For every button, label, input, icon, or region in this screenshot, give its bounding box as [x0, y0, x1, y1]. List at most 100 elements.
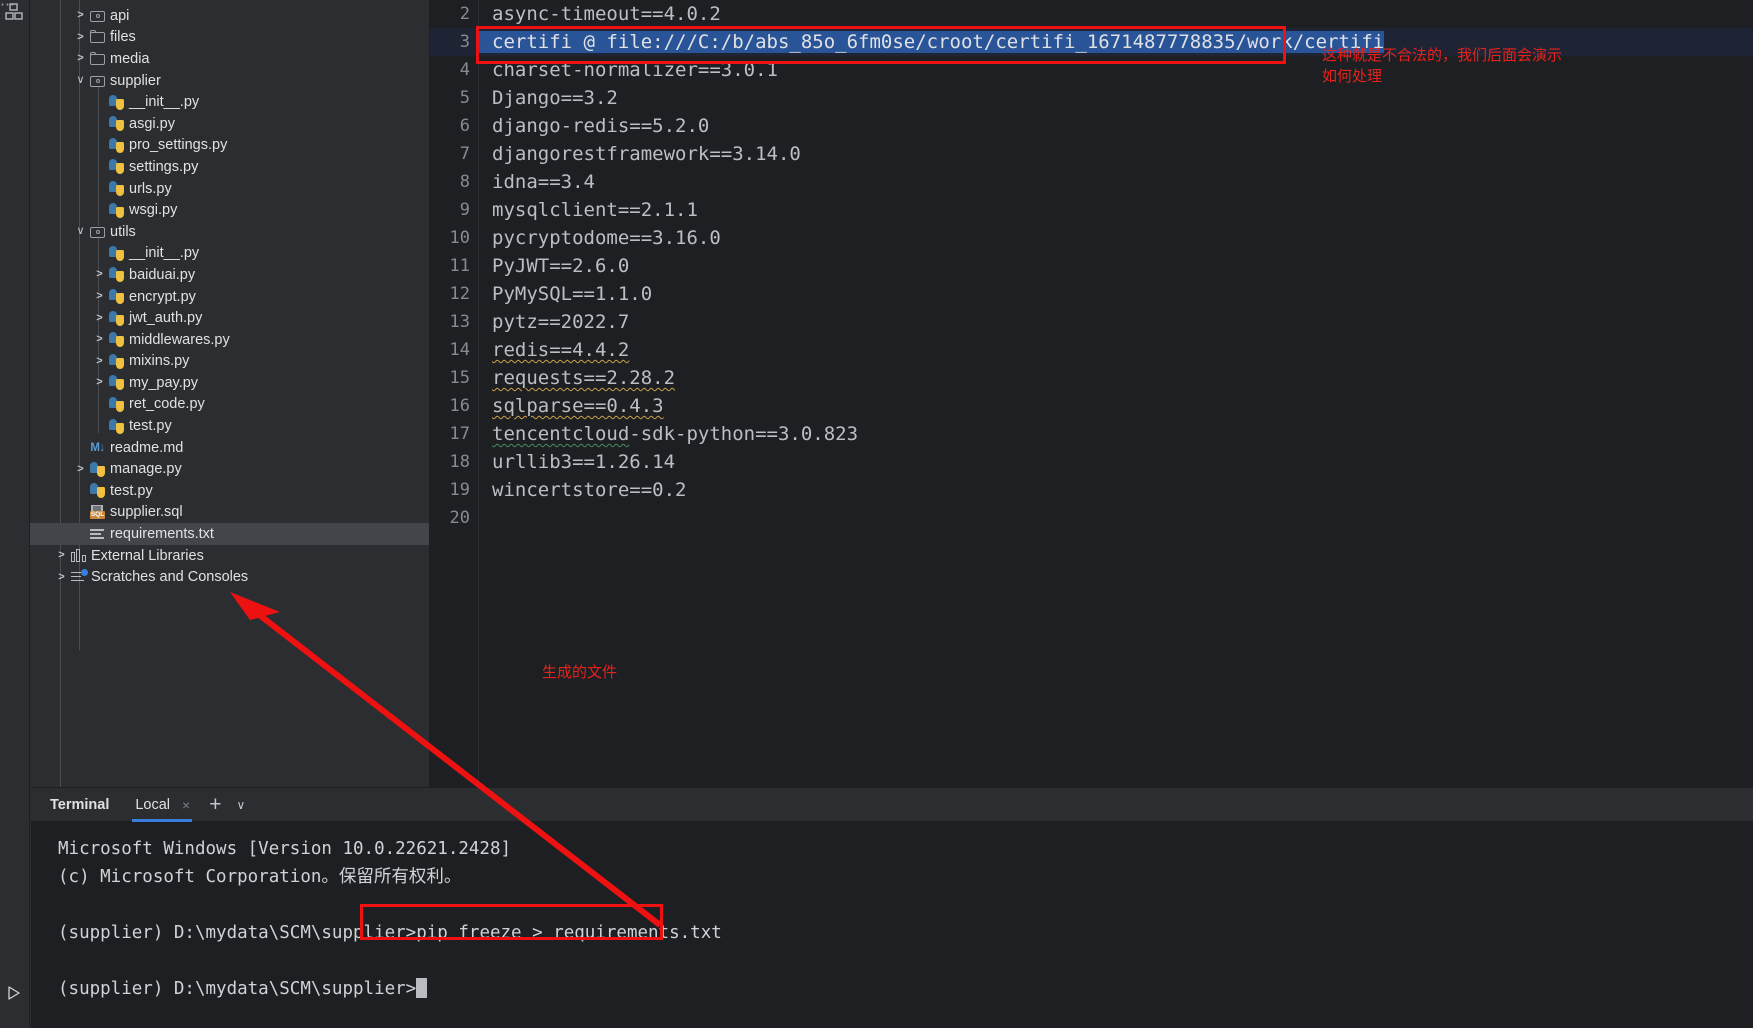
project-tree-panel[interactable]: api files media supplier __init__.py asgi.py p…: [30, 0, 430, 787]
add-terminal-icon[interactable]: +: [200, 794, 230, 815]
code-line-text: pytz==2022.7: [492, 311, 630, 333]
tree-item-pro-settings-py[interactable]: pro_settings.py: [30, 135, 429, 157]
tree-item-encrypt-py[interactable]: encrypt.py: [30, 286, 429, 308]
tree-item-api[interactable]: api: [30, 5, 429, 27]
tree-item-label: __init__.py: [129, 245, 200, 262]
code-line-text: charset-normalizer==3.0.1: [492, 59, 778, 81]
chevron-right-icon[interactable]: [92, 334, 107, 345]
tree-item-supplier[interactable]: supplier: [30, 70, 429, 92]
tree-item-files[interactable]: files: [30, 27, 429, 49]
tree-item-utils[interactable]: utils: [30, 221, 429, 243]
chevron-right-icon[interactable]: [73, 53, 88, 64]
code-editor[interactable]: 2 async-timeout==4.0.2 3 certifi @ file:///…: [430, 0, 1753, 787]
terminal-panel[interactable]: Terminal Local × + ∨ Microsoft Windows […: [30, 787, 1753, 1028]
code-line[interactable]: 13 pytz==2022.7: [430, 308, 1753, 336]
code-line[interactable]: 19 wincertstore==0.2: [430, 476, 1753, 504]
code-line[interactable]: 14 redis==4.4.2: [430, 336, 1753, 364]
chevron-right-icon[interactable]: [73, 464, 88, 475]
tree-item-label: utils: [110, 223, 136, 240]
tree-item-readme-md[interactable]: M↓ readme.md: [30, 437, 429, 459]
python-file-icon: [109, 418, 124, 434]
code-line[interactable]: 7 djangorestframework==3.14.0: [430, 140, 1753, 168]
line-number: 19: [449, 480, 470, 500]
chevron-right-icon[interactable]: [73, 32, 88, 43]
tree-item-init-py[interactable]: __init__.py: [30, 243, 429, 265]
line-number: 17: [449, 424, 470, 444]
tree-item-requirements-txt[interactable]: requirements.txt: [30, 523, 429, 545]
tree-item-label: my_pay.py: [129, 374, 199, 391]
tree-item-middlewares-py[interactable]: middlewares.py: [30, 329, 429, 351]
tree-item-label: middlewares.py: [129, 331, 230, 348]
line-number: 18: [449, 452, 470, 472]
folder-source-icon: [90, 226, 105, 238]
tree-item-settings-py[interactable]: settings.py: [30, 156, 429, 178]
chevron-right-icon[interactable]: [54, 550, 69, 561]
run-icon[interactable]: [6, 985, 22, 1006]
tree-item-label: jwt_auth.py: [129, 310, 203, 327]
code-line[interactable]: 10 pycryptodome==3.16.0: [430, 224, 1753, 252]
structure-icon[interactable]: [5, 3, 25, 23]
code-line-text: idna==3.4: [492, 171, 595, 193]
code-line[interactable]: 2 async-timeout==4.0.2: [430, 0, 1753, 28]
code-line[interactable]: 20: [430, 504, 1753, 532]
code-line[interactable]: 9 mysqlclient==2.1.1: [430, 196, 1753, 224]
chevron-down-icon[interactable]: ∨: [230, 798, 251, 812]
terminal-output[interactable]: Microsoft Windows [Version 10.0.22621.24…: [30, 821, 1753, 1028]
line-number: 6: [459, 116, 470, 136]
close-icon[interactable]: ×: [174, 797, 200, 813]
terminal-prompt-line: (supplier) D:\mydata\SCM\supplier>: [58, 975, 1753, 1003]
chevron-down-icon[interactable]: [73, 226, 88, 237]
folder-icon: [90, 51, 105, 65]
code-line[interactable]: 18 urllib3==1.26.14: [430, 448, 1753, 476]
tree-item-supplier-sql[interactable]: SQL supplier.sql: [30, 502, 429, 524]
tree-item-test-py[interactable]: test.py: [30, 480, 429, 502]
tree-item-mixins-py[interactable]: mixins.py: [30, 351, 429, 373]
tree-item-label: External Libraries: [91, 547, 204, 564]
code-line[interactable]: 6 django-redis==5.2.0: [430, 112, 1753, 140]
chevron-right-icon[interactable]: [92, 313, 107, 324]
tree-item-ret-code-py[interactable]: ret_code.py: [30, 394, 429, 416]
tree-item-external-libraries[interactable]: External Libraries: [30, 545, 429, 567]
code-line[interactable]: 11 PyJWT==2.6.0: [430, 252, 1753, 280]
tree-item-wsgi-py[interactable]: wsgi.py: [30, 199, 429, 221]
tree-item-test-py[interactable]: test.py: [30, 415, 429, 437]
chevron-right-icon[interactable]: [92, 269, 107, 280]
tree-item-baiduai-py[interactable]: baiduai.py: [30, 264, 429, 286]
tree-item-manage-py[interactable]: manage.py: [30, 458, 429, 480]
chevron-right-icon[interactable]: [92, 291, 107, 302]
tree-item-urls-py[interactable]: urls.py: [30, 178, 429, 200]
tree-item-asgi-py[interactable]: asgi.py: [30, 113, 429, 135]
chevron-right-icon[interactable]: [54, 572, 69, 583]
tree-item-label: test.py: [110, 482, 153, 499]
upper-area: api files media supplier __init__.py asgi.py p…: [30, 0, 1753, 787]
chevron-down-icon[interactable]: [73, 75, 88, 86]
tree-item-media[interactable]: media: [30, 48, 429, 70]
terminal-tab-bar[interactable]: Terminal Local × + ∨: [30, 787, 1753, 822]
tree-item-label: pro_settings.py: [129, 137, 228, 154]
code-lines[interactable]: 2 async-timeout==4.0.2 3 certifi @ file:///…: [430, 0, 1753, 787]
chevron-right-icon[interactable]: [92, 356, 107, 367]
line-number: 10: [449, 228, 470, 248]
tree-item-scratches-and-consoles[interactable]: Scratches and Consoles: [30, 566, 429, 588]
python-file-icon: [90, 483, 105, 499]
terminal-command-line: (supplier) D:\mydata\SCM\supplier>pip fr…: [58, 919, 1753, 947]
code-line[interactable]: 16 sqlparse==0.4.3: [430, 392, 1753, 420]
tree-item-my-pay-py[interactable]: my_pay.py: [30, 372, 429, 394]
code-line-text: Django==3.2: [492, 87, 618, 109]
code-line[interactable]: 15 requests==2.28.2: [430, 364, 1753, 392]
annotation-illegal-note: 这种就是不合法的，我们后面会演示 如何处理: [1322, 46, 1563, 85]
code-line-text: django-redis==5.2.0: [492, 115, 710, 137]
code-line[interactable]: 17 tencentcloud-sdk-python==3.0.823: [430, 420, 1753, 448]
project-tree-list[interactable]: api files media supplier __init__.py asgi.py p…: [30, 0, 429, 588]
code-line[interactable]: 5 Django==3.2: [430, 84, 1753, 112]
terminal-tab-local[interactable]: Local: [125, 788, 193, 822]
python-file-icon: [109, 375, 124, 391]
tree-item-init-py[interactable]: __init__.py: [30, 91, 429, 113]
code-line[interactable]: 8 idna==3.4: [430, 168, 1753, 196]
line-number: 4: [459, 60, 470, 80]
code-line[interactable]: 12 PyMySQL==1.1.0: [430, 280, 1753, 308]
chevron-right-icon[interactable]: [92, 377, 107, 388]
tree-item-jwt-auth-py[interactable]: jwt_auth.py: [30, 307, 429, 329]
chevron-right-icon[interactable]: [73, 10, 88, 21]
